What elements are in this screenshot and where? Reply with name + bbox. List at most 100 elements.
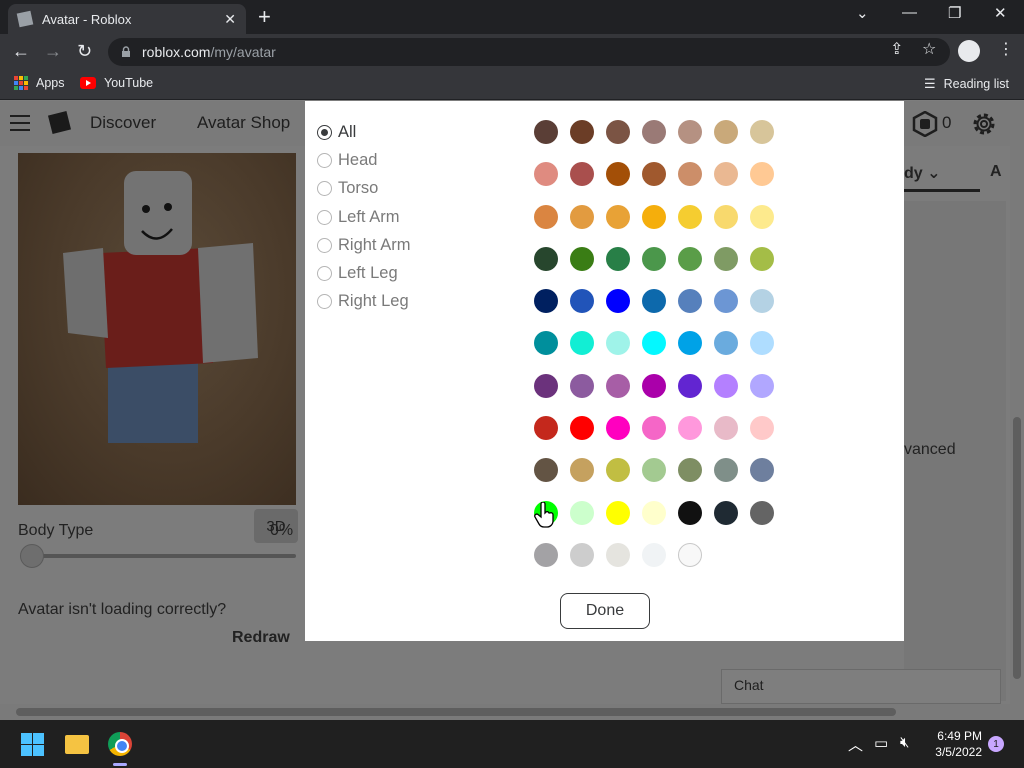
radio-button[interactable] [317,237,332,253]
color-swatch[interactable] [606,373,630,398]
color-swatch[interactable] [678,204,702,229]
color-swatch[interactable] [606,162,630,187]
radio-button[interactable] [317,152,332,168]
color-swatch[interactable] [570,458,594,483]
chat-bar[interactable]: Chat [721,669,1001,704]
body-part-option[interactable]: Head [317,146,410,174]
color-swatch[interactable] [678,500,702,525]
new-tab-button[interactable]: + [258,5,271,29]
color-swatch[interactable] [750,289,774,314]
color-swatch[interactable] [678,331,702,356]
color-swatch[interactable] [678,416,702,441]
color-swatch[interactable] [570,500,594,525]
color-swatch[interactable] [534,542,558,567]
redraw-link[interactable]: Redraw [232,629,290,647]
color-swatch[interactable] [534,458,558,483]
color-swatch[interactable] [750,204,774,229]
bookmark-apps[interactable]: Apps [14,76,65,90]
color-swatch[interactable] [642,373,666,398]
robux-icon[interactable] [912,111,938,137]
back-icon[interactable]: ← [12,40,30,62]
color-swatch[interactable] [534,331,558,356]
color-swatch[interactable] [642,289,666,314]
color-swatch[interactable] [534,416,558,441]
color-swatch[interactable] [642,162,666,187]
window-close-icon[interactable]: ✕ [994,4,1007,22]
color-swatch[interactable] [570,120,594,144]
color-swatch[interactable] [642,246,666,271]
tab-next[interactable]: A [990,163,1002,181]
address-bar[interactable]: roblox.com/my/avatar [108,38,950,66]
system-clock[interactable]: 6:49 PM 3/5/2022 [928,728,982,760]
radio-button[interactable] [317,294,332,310]
horizontal-scroll-thumb[interactable] [16,708,896,716]
color-swatch[interactable] [570,373,594,398]
body-part-option[interactable]: Torso [317,175,410,203]
profile-icon[interactable] [958,40,980,62]
color-swatch[interactable] [750,373,774,398]
color-swatch[interactable] [750,458,774,483]
notification-badge[interactable]: 1 [988,736,1004,752]
color-swatch[interactable] [642,331,666,356]
color-swatch[interactable] [606,204,630,229]
reading-list[interactable]: ☰ Reading list [924,76,1009,92]
hamburger-menu-icon[interactable] [10,115,30,131]
color-swatch[interactable] [714,458,738,483]
volume-muted-icon[interactable]: 🔇︎ [900,734,909,751]
color-swatch[interactable] [750,416,774,441]
windows-start-icon[interactable] [21,733,44,756]
body-part-option[interactable]: Left Arm [317,203,410,231]
file-explorer-icon[interactable] [65,735,89,754]
color-swatch[interactable] [534,204,558,229]
body-part-option[interactable]: Left Leg [317,259,410,287]
color-swatch[interactable] [570,162,594,187]
color-swatch[interactable] [606,246,630,271]
color-swatch[interactable] [714,500,738,525]
color-swatch[interactable] [678,246,702,271]
body-type-slider-thumb[interactable] [20,544,44,568]
color-swatch[interactable] [570,416,594,441]
color-swatch[interactable] [714,204,738,229]
color-swatch[interactable] [750,331,774,356]
color-swatch[interactable] [570,204,594,229]
color-swatch[interactable] [714,331,738,356]
browser-tab[interactable]: Avatar - Roblox ✕ [8,4,246,34]
tab-close-icon[interactable]: ✕ [224,11,236,28]
bookmark-star-icon[interactable]: ☆ [922,39,936,59]
restore-icon[interactable]: ❐ [948,4,961,22]
radio-button[interactable] [317,266,332,282]
color-swatch[interactable] [642,542,666,567]
color-swatch[interactable] [570,289,594,314]
network-icon[interactable]: ▭ [874,734,888,752]
nav-discover[interactable]: Discover [90,113,156,133]
color-swatch[interactable] [534,120,558,144]
color-swatch[interactable] [570,246,594,271]
done-button[interactable]: Done [560,593,650,629]
color-swatch[interactable] [678,289,702,314]
chrome-icon[interactable] [108,732,132,756]
color-swatch[interactable] [714,120,738,144]
forward-icon[interactable]: → [44,40,62,62]
color-swatch[interactable] [714,416,738,441]
color-swatch[interactable] [714,373,738,398]
vertical-scrollbar[interactable] [1010,101,1024,704]
color-swatch[interactable] [606,458,630,483]
bookmark-youtube[interactable]: YouTube [80,76,153,90]
nav-avatar-shop[interactable]: Avatar Shop [197,113,290,133]
color-swatch[interactable] [642,416,666,441]
color-swatch[interactable] [714,246,738,271]
body-part-option[interactable]: Right Leg [317,288,410,316]
color-swatch[interactable] [750,246,774,271]
advanced-link[interactable]: vanced [904,441,956,459]
color-swatch[interactable] [750,120,774,144]
tab-body[interactable]: dy ⌄ [904,163,941,183]
color-swatch[interactable] [678,458,702,483]
color-swatch[interactable] [678,373,702,398]
color-swatch[interactable] [606,542,630,567]
body-type-slider-track[interactable] [32,554,296,558]
minimize-icon[interactable]: — [902,4,917,21]
body-part-option[interactable]: Right Arm [317,231,410,259]
color-swatch[interactable] [678,120,702,144]
horizontal-scrollbar[interactable] [0,704,1024,720]
color-swatch[interactable] [678,162,702,187]
